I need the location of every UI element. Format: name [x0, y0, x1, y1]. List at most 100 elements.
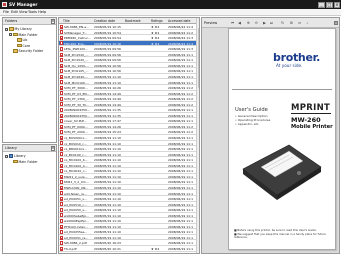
zoom-out-icon[interactable]: ⊖ — [254, 21, 259, 26]
cell-accessed-date: 2008/06/19 11:1 — [168, 63, 193, 68]
collapse-icon[interactable]: − — [5, 27, 8, 31]
cell-title: SLM_Pm1520_... — [64, 52, 89, 57]
cell-title: cx_BUS010_c... — [64, 141, 87, 146]
cell-ratings: ★ ★4 — [151, 247, 160, 251]
pdf-file-icon — [60, 102, 64, 107]
folder-icon — [17, 38, 22, 42]
pdf-file-icon — [60, 24, 64, 29]
table-row[interactable]: TS-4.pdf 2008/05/20 10:21 ★ ★4 2008/06/19 1… — [59, 246, 196, 252]
cell-title: cx_BR0010cx... — [64, 147, 87, 152]
folders-panel: Folders × − My Library − Main Folder Lib C… — [2, 17, 57, 143]
cell-title: ed_PU0050_s... — [64, 208, 87, 213]
cell-title: 200809004350... — [64, 113, 90, 118]
cell-title: SVM_PT_30_TC... — [64, 102, 90, 107]
cell-accessed-date: 2008/06/19 11:1 — [168, 208, 193, 213]
tree-item-main-folder[interactable]: Main Folder — [13, 160, 38, 165]
maximize-button[interactable]: □ — [326, 1, 333, 8]
collapse-icon[interactable]: − — [9, 33, 12, 36]
fit-width-icon[interactable]: ⇔ — [297, 21, 302, 26]
menu-edit[interactable]: Edit — [11, 10, 18, 14]
cell-accessed-date: 2008/06/19 11:1 — [168, 197, 193, 202]
previous-page-icon[interactable]: ◀ — [237, 21, 242, 26]
mprint-logo: MPRINT — [291, 103, 331, 113]
tree-item-lib[interactable]: Lib — [17, 38, 27, 43]
fit-page-icon[interactable]: ⊞ — [289, 21, 294, 26]
menu-view[interactable]: View — [19, 10, 28, 14]
cell-accessed-date: 2008/06/19 11:1 — [168, 247, 193, 251]
pdf-file-icon — [60, 130, 64, 135]
close-icon[interactable]: × — [50, 146, 55, 151]
cell-creation-date: 2008/05/19 10:15 — [94, 25, 121, 29]
cell-creation-date: 2008/05/19 09:56 — [94, 58, 121, 63]
last-page-icon[interactable]: ⏭ — [269, 21, 274, 26]
zoom-in-icon[interactable]: ⊕ — [246, 21, 251, 26]
tree-item-security-folder[interactable]: Security Folder — [13, 49, 43, 54]
cell-title: SVM_PT_1300_... — [64, 97, 90, 102]
pdf-file-icon — [60, 174, 64, 179]
pdf-file-icon — [60, 96, 64, 101]
file-list-scrollbar[interactable] — [196, 18, 199, 253]
tree-item-main-folder[interactable]: − Main Folder — [9, 33, 38, 38]
cell-accessed-date: 2008/06/24 11:2 — [168, 30, 193, 35]
pdf-file-icon — [60, 230, 64, 235]
cell-title: cx_BUS000cx... — [64, 136, 88, 140]
column-header-ratings[interactable]: Ratings — [151, 19, 167, 23]
close-icon[interactable]: × — [333, 20, 338, 25]
column-header-title[interactable]: Title — [63, 19, 85, 23]
rotate-icon[interactable]: ↻ — [280, 21, 285, 26]
menu-tools[interactable]: Tools — [28, 10, 37, 14]
library-icon — [9, 154, 13, 158]
cell-accessed-date: 2008/06/19 11:1 — [168, 108, 193, 113]
cell-title: SW-0086_2.pdf — [64, 241, 87, 246]
pdf-file-icon — [60, 207, 64, 212]
pdf-file-icon — [60, 124, 64, 129]
scrollbar-thumb[interactable] — [197, 28, 199, 88]
cell-creation-date: 2008/05/19 11:10 — [94, 180, 121, 185]
pdf-file-icon — [60, 30, 64, 35]
pdf-file-icon — [60, 235, 64, 240]
library-panel-header: Library × — [3, 145, 56, 152]
cell-accessed-date: 2008/06/19 11:1 — [168, 191, 193, 196]
cell-title: MW21_2_sure... — [64, 174, 88, 179]
cell-title: ed_PU0510_c... — [64, 202, 87, 207]
close-button[interactable]: × — [334, 1, 340, 8]
cell-accessed-date: 2008/06/19 11:1 — [168, 213, 193, 218]
zoom-icon[interactable]: ⌕ — [305, 21, 310, 26]
cell-title: cx_MC0010_c... — [64, 169, 88, 174]
tree-item-core[interactable]: Core — [17, 44, 30, 49]
cell-accessed-date: 2008/06/19 11:1 — [168, 174, 193, 179]
column-header-bookmark[interactable]: Bookmark — [125, 19, 145, 23]
cell-ratings: ★ ★4 — [151, 41, 160, 46]
cell-creation-date: 2008/05/19 10:56 — [94, 69, 121, 74]
tree-item-my-library[interactable]: − My Library — [5, 27, 32, 32]
next-page-icon[interactable]: ▶ — [262, 21, 267, 26]
column-header-creation-date[interactable]: Creation date — [94, 19, 118, 23]
cell-creation-date: 2008/05/19 10:16 — [94, 41, 121, 46]
cell-accessed-date: 2008/06/19 11:1 — [168, 230, 193, 235]
folder-icon — [17, 43, 22, 48]
folder-icon — [9, 27, 14, 31]
cell-creation-date: 2008/05/19 11:10 — [94, 147, 121, 152]
folder-icon — [13, 159, 18, 164]
model-description: Mobile Printer — [291, 124, 333, 130]
collapse-icon[interactable]: − — [5, 154, 8, 158]
menu-file[interactable]: File — [3, 10, 9, 14]
footer-notes: ■ Before using this printer, be sure to … — [234, 228, 326, 240]
close-icon[interactable]: × — [50, 19, 55, 24]
library-panel-title: Library — [5, 146, 17, 151]
minimize-button[interactable]: _ — [318, 1, 325, 8]
pdf-file-icon — [60, 41, 64, 46]
cell-title: PTStoQI.index... — [64, 224, 88, 229]
pdf-file-icon — [60, 191, 64, 196]
cell-creation-date: 2008/05/19 17:47 — [94, 119, 121, 124]
document-page: brother. At your side. User's Guide • Ge… — [228, 28, 336, 250]
menu-help[interactable]: Help — [38, 10, 46, 14]
tree-item-library[interactable]: − Library — [5, 154, 26, 159]
cell-accessed-date: 2008/06/19 11:1 — [168, 113, 193, 118]
cell-accessed-date: 2008/06/19 11:1 — [168, 185, 193, 190]
cell-title: wx0000EspEpi... — [64, 219, 89, 224]
cell-title: cx_MC0100_A... — [64, 163, 88, 168]
first-page-icon[interactable]: ⏮ — [230, 21, 235, 26]
cell-creation-date: 2008/05/19 11:10 — [94, 191, 121, 196]
column-header-accessed-date[interactable]: Accessed date — [168, 19, 196, 23]
